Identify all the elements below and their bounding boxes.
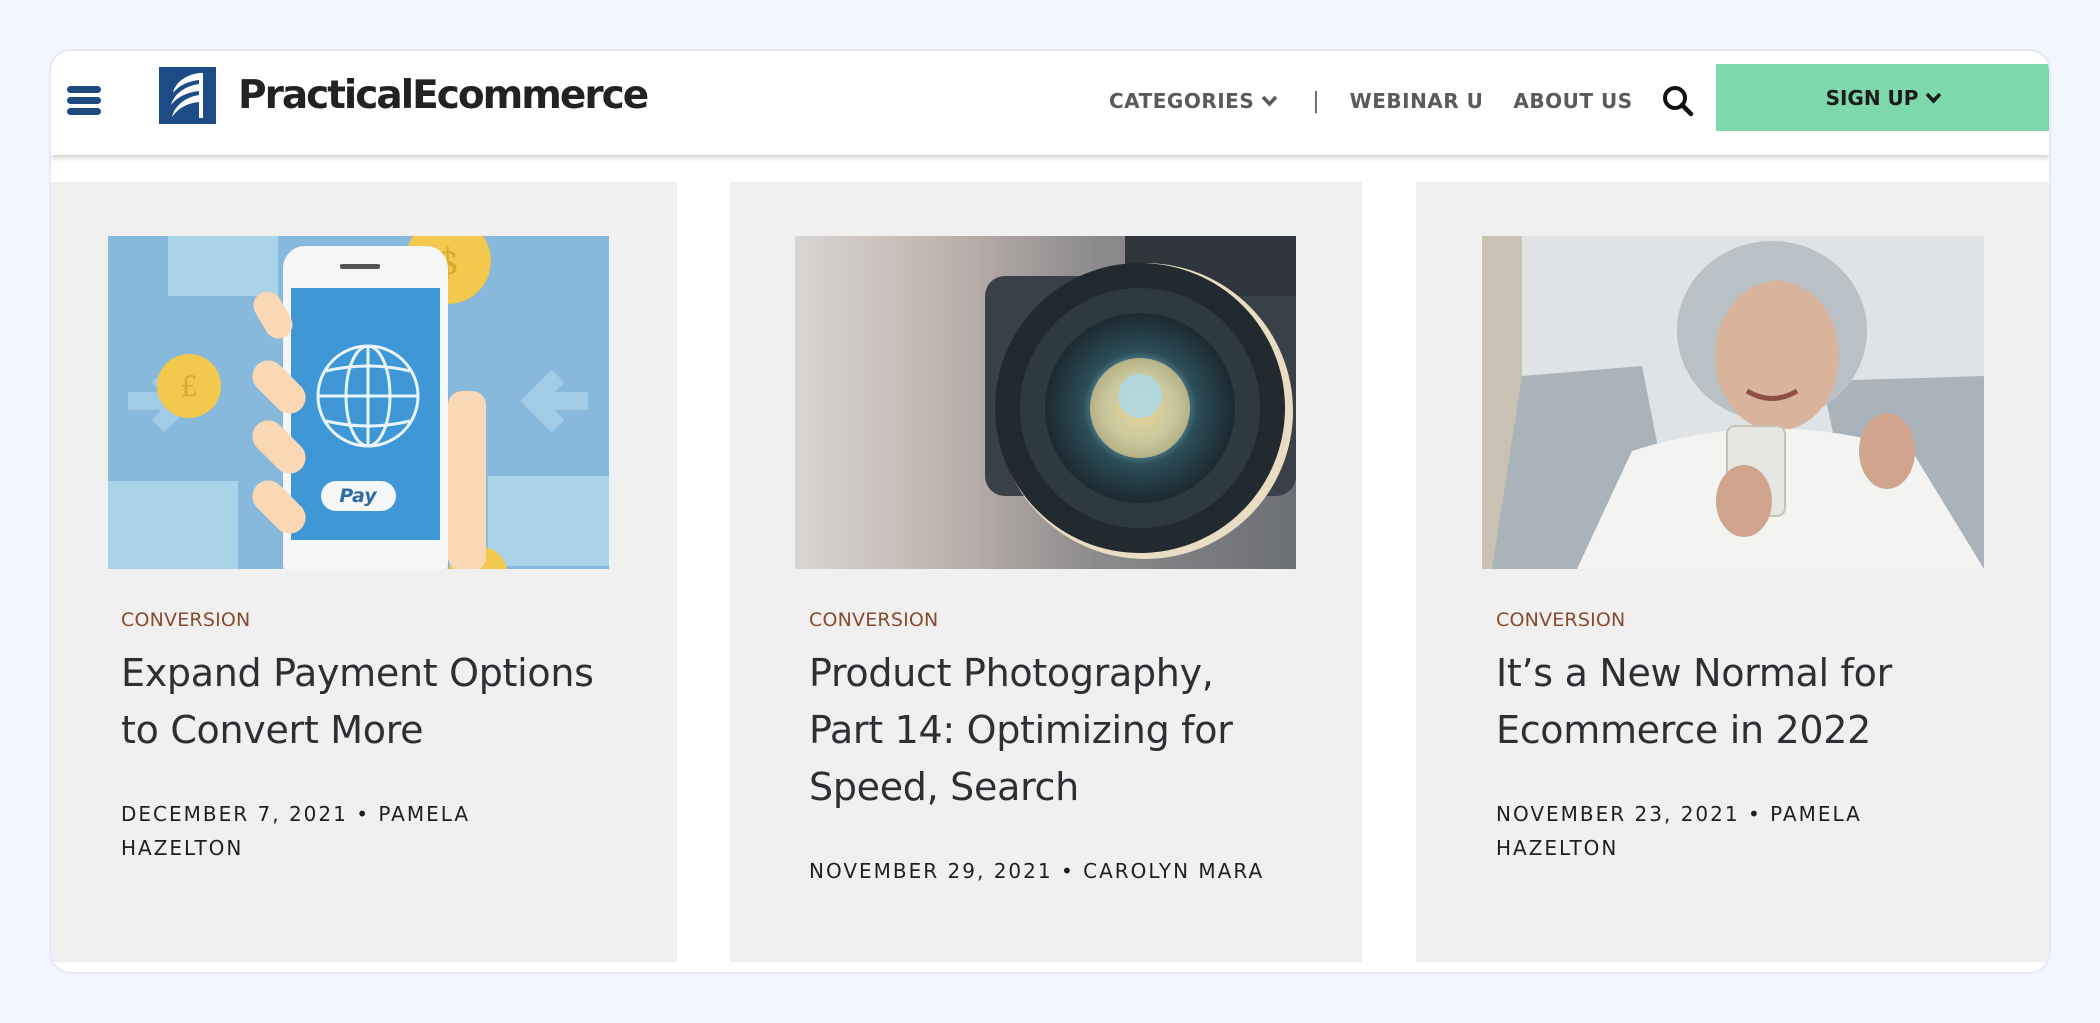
- article-image-camera[interactable]: [795, 236, 1296, 569]
- hamburger-menu-icon[interactable]: [67, 86, 101, 116]
- nav-categories[interactable]: CATEGORIES: [1109, 89, 1278, 113]
- browser-frame: PracticalEcommerce CATEGORIES | WEBINAR …: [49, 49, 2051, 974]
- camera-lens-photo: [795, 236, 1296, 569]
- article-card[interactable]: £ $ Pay CONVERSION Expand Payment Option…: [51, 182, 677, 962]
- chevron-down-icon: [1261, 95, 1278, 107]
- main-nav: CATEGORIES | WEBINAR U ABOUT US: [1109, 51, 1695, 151]
- article-meta: DECEMBER 7, 2021 • PAMELA HAZELTON: [121, 802, 470, 860]
- article-image-payment[interactable]: £ $ Pay: [108, 236, 609, 569]
- article-meta: NOVEMBER 23, 2021 • PAMELA HAZELTON: [1496, 802, 1862, 860]
- nav-categories-label: CATEGORIES: [1109, 89, 1255, 113]
- nav-separator: |: [1312, 88, 1320, 114]
- article-category[interactable]: CONVERSION: [121, 609, 250, 631]
- article-meta: NOVEMBER 29, 2021 • CAROLYN MARA: [809, 859, 1265, 883]
- article-title[interactable]: It’s a New Normal for Ecommerce in 2022: [1496, 645, 1996, 759]
- article-card[interactable]: CONVERSION Product Photography, Part 14:…: [730, 182, 1362, 962]
- article-image-woman[interactable]: [1482, 236, 1984, 569]
- svg-text:£: £: [180, 370, 198, 403]
- article-card[interactable]: CONVERSION It’s a New Normal for Ecommer…: [1416, 182, 2049, 962]
- article-category[interactable]: CONVERSION: [1496, 609, 1625, 631]
- svg-text:Pay: Pay: [339, 485, 378, 507]
- woman-with-smartphone-photo: [1482, 236, 1984, 569]
- nav-webinar-u[interactable]: WEBINAR U: [1350, 89, 1484, 113]
- mobile-payment-illustration: £ $ Pay: [108, 236, 609, 569]
- sign-up-label: SIGN UP: [1825, 85, 1919, 110]
- nav-about-us[interactable]: ABOUT US: [1513, 89, 1632, 113]
- site-header: PracticalEcommerce CATEGORIES | WEBINAR …: [51, 51, 2049, 155]
- chevron-down-icon: [1926, 92, 1942, 104]
- sign-up-button[interactable]: SIGN UP: [1716, 64, 2049, 131]
- article-title[interactable]: Expand Payment Options to Convert More: [121, 645, 621, 759]
- article-title[interactable]: Product Photography, Part 14: Optimizing…: [809, 645, 1289, 816]
- search-icon[interactable]: [1661, 84, 1695, 118]
- article-category[interactable]: CONVERSION: [809, 609, 938, 631]
- logo-mark-icon: [159, 67, 216, 124]
- logo-text: PracticalEcommerce: [238, 73, 649, 118]
- site-logo[interactable]: PracticalEcommerce: [159, 67, 649, 124]
